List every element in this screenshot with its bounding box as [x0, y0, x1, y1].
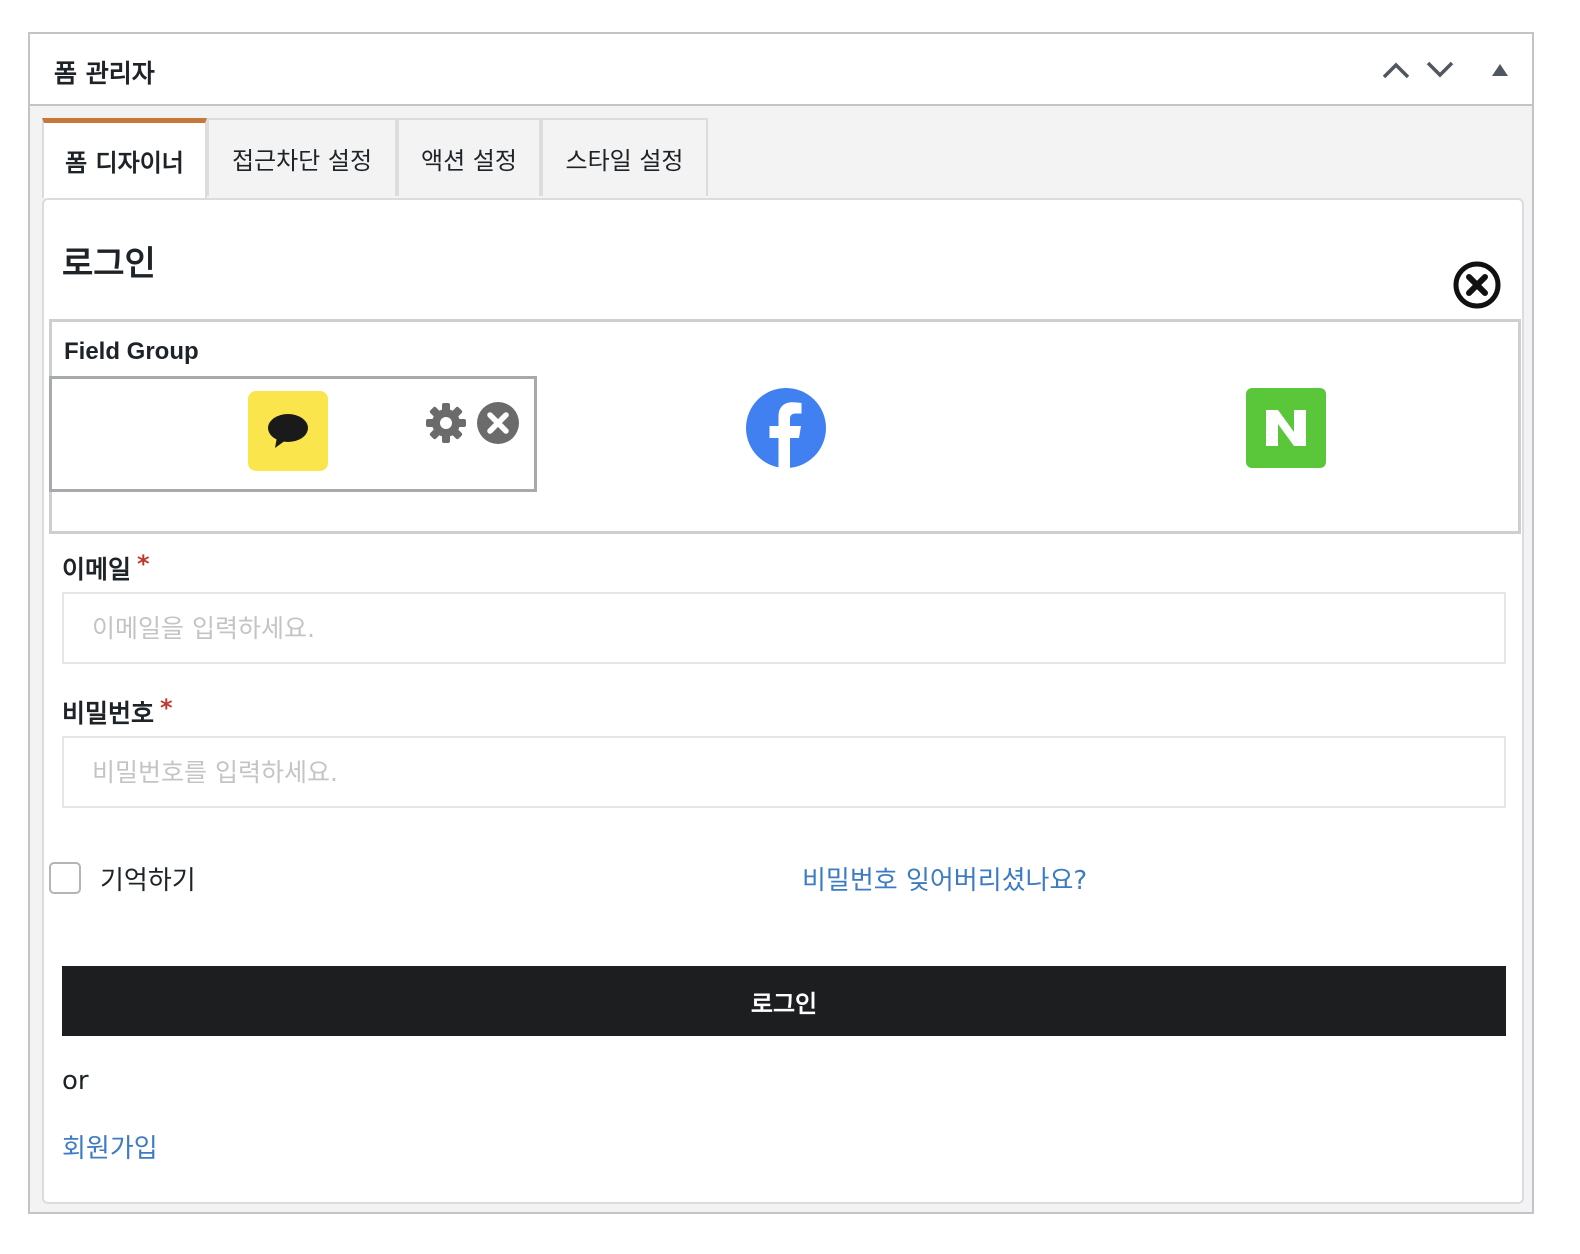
- chevron-down-icon: [1426, 61, 1454, 78]
- email-label-text: 이메일: [62, 555, 132, 584]
- field-settings-button[interactable]: [424, 401, 468, 445]
- tab-style-settings[interactable]: 스타일 설정: [541, 118, 708, 196]
- remember-label[interactable]: 기억하기: [100, 860, 196, 897]
- remember-checkbox[interactable]: [49, 862, 81, 894]
- kakao-field-item[interactable]: [49, 376, 537, 492]
- field-remove-button[interactable]: [476, 401, 520, 445]
- signup-link[interactable]: 회원가입: [62, 1128, 158, 1165]
- panel-title: 폼 관리자: [54, 59, 155, 88]
- remove-form-button[interactable]: [1452, 260, 1502, 310]
- chevron-up-icon: [1382, 62, 1410, 79]
- required-mark: *: [160, 694, 173, 722]
- facebook-login-button[interactable]: [746, 388, 826, 468]
- kakao-chat-bubble-icon: [268, 414, 308, 448]
- naver-login-button[interactable]: [1246, 388, 1326, 468]
- close-circle-icon: [1453, 261, 1501, 309]
- tab-action-settings[interactable]: 액션 설정: [397, 118, 541, 196]
- form-manager-panel: 폼 관리자 폼 디자이너 접근차단 설정 액션 설정 스타일 설정 로그인 Fi…: [28, 32, 1534, 1214]
- move-up-button[interactable]: [1376, 50, 1416, 90]
- panel-header: 폼 관리자: [30, 34, 1532, 106]
- close-circle-icon: [477, 402, 519, 444]
- gear-icon: [426, 403, 466, 443]
- field-group[interactable]: Field Group: [49, 319, 1521, 534]
- collapse-toggle-button[interactable]: [1480, 50, 1520, 90]
- triangle-up-icon: [1492, 64, 1508, 76]
- tab-form-designer[interactable]: 폼 디자이너: [42, 118, 207, 198]
- form-designer-content: 로그인 Field Group 이메일 * 이메일을 입력하세요. 비밀번호 *…: [42, 198, 1524, 1204]
- tab-access-block-settings[interactable]: 접근차단 설정: [207, 118, 397, 196]
- login-button[interactable]: 로그인: [62, 966, 1506, 1036]
- required-mark: *: [137, 550, 150, 578]
- email-field[interactable]: [62, 592, 1506, 664]
- form-title: 로그인: [62, 244, 156, 284]
- password-label: 비밀번호 *: [62, 694, 173, 730]
- naver-n-icon: [1266, 410, 1306, 446]
- forgot-password-link[interactable]: 비밀번호 잊어버리셨나요?: [802, 860, 1087, 897]
- password-label-text: 비밀번호: [62, 699, 155, 728]
- field-group-label: Field Group: [64, 338, 199, 365]
- or-separator-text: or: [62, 1066, 89, 1096]
- email-label: 이메일 *: [62, 550, 150, 586]
- kakao-login-button[interactable]: [248, 391, 328, 471]
- password-field[interactable]: [62, 736, 1506, 808]
- move-down-button[interactable]: [1420, 50, 1460, 90]
- facebook-icon: [746, 388, 826, 468]
